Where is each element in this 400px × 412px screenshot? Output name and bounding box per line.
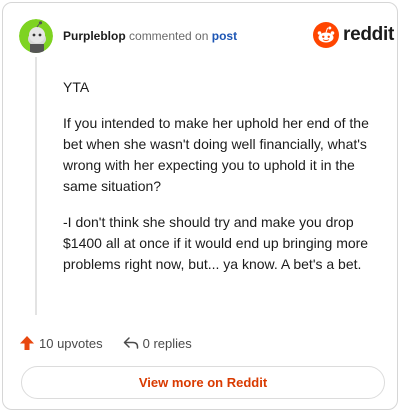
reddit-logo[interactable]: reddit — [313, 21, 394, 49]
comment-body: YTA If you intended to make her uphold h… — [63, 77, 383, 290]
snoo-avatar-icon — [19, 19, 53, 53]
post-link[interactable]: post — [212, 29, 237, 43]
upvote-arrow-icon — [20, 336, 34, 350]
commented-on-text: commented on — [129, 29, 209, 43]
comment-paragraph: If you intended to make her uphold her e… — [63, 115, 369, 194]
username[interactable]: Purpleblop — [63, 29, 126, 43]
upvote-count: 10 upvotes — [39, 335, 103, 351]
upvote-button[interactable]: 10 upvotes — [19, 335, 103, 351]
comment-paragraph: -I don't think she should try and make y… — [63, 214, 369, 272]
reply-count: 0 replies — [142, 335, 192, 351]
comment-paragraph: YTA — [63, 79, 90, 95]
thread-line — [35, 57, 37, 315]
reply-arrow-icon — [123, 337, 138, 349]
comment-header: Purpleblop commented on post — [63, 28, 237, 44]
comment-card: Purpleblop commented on post reddit YTA … — [2, 2, 398, 410]
reddit-snoo-icon — [313, 22, 339, 48]
reply-button[interactable]: 0 replies — [123, 335, 192, 351]
reddit-wordmark: reddit — [343, 24, 394, 45]
view-more-button[interactable]: View more on Reddit — [21, 366, 385, 399]
avatar[interactable] — [19, 19, 53, 53]
comment-actions: 10 upvotes 0 replies — [19, 333, 212, 353]
